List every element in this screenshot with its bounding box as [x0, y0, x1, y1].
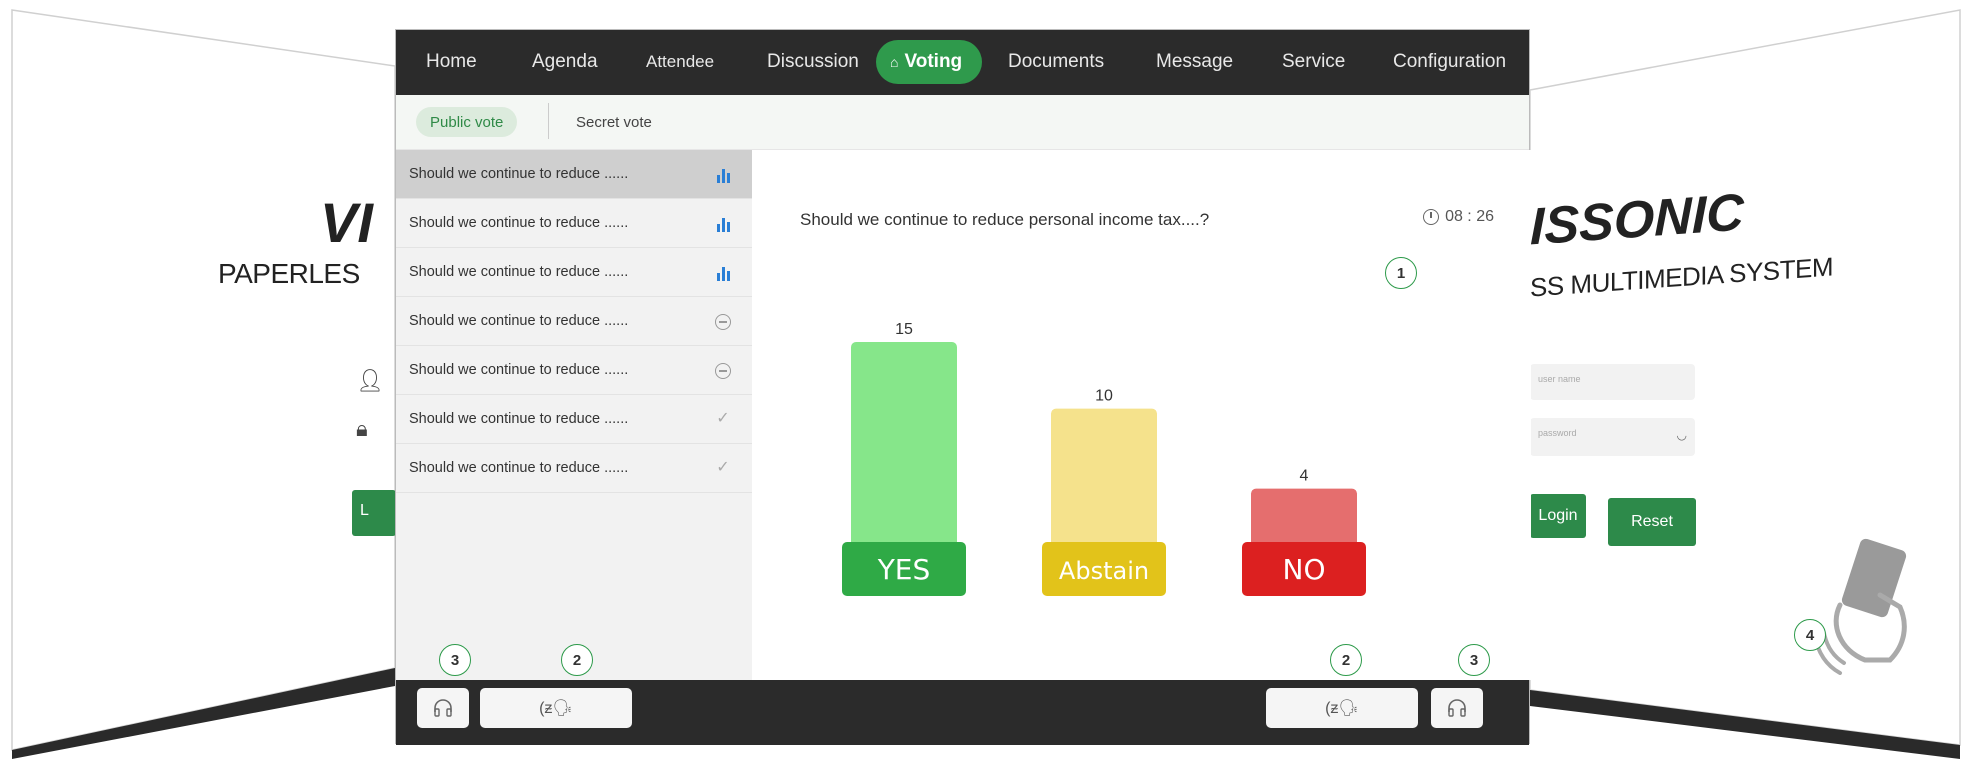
topic-item[interactable]: Should we continue to reduce ...... [396, 199, 752, 248]
right-password-placeholder: password [1538, 428, 1577, 438]
right-reset-button[interactable]: Reset [1608, 498, 1696, 546]
voting-window: Home Agenda Attendee Discussion ⌂ Voting… [395, 29, 1531, 745]
callout-badge-2-left: 2 [561, 644, 593, 676]
headphone-icon [434, 699, 452, 717]
callout-badge-1: 1 [1385, 257, 1417, 289]
top-navigation: Home Agenda Attendee Discussion ⌂ Voting… [396, 30, 1529, 95]
tab-public-vote[interactable]: Public vote [416, 107, 518, 137]
callout-badge-3-left: 3 [439, 644, 471, 676]
card-tap-icon [1812, 538, 1907, 675]
topic-label: Should we continue to reduce ...... [409, 264, 629, 280]
bar-value-no: 4 [1300, 468, 1309, 485]
right-username-field[interactable]: user name [1530, 364, 1695, 400]
category-label-no: NO [1283, 553, 1326, 586]
left-brand-subtitle: PAPERLES [218, 258, 360, 289]
results-chart-icon [714, 263, 732, 281]
callout-badge-2-right: 2 [1330, 644, 1362, 676]
topic-label: Should we continue to reduce ...... [409, 166, 629, 182]
speak-request-button-right[interactable]: (ᵶ🗣︎ [1266, 688, 1418, 728]
left-login-button[interactable]: L [352, 490, 396, 536]
headphone-icon [1448, 699, 1466, 717]
category-label-yes: YES [877, 553, 931, 586]
user-icon: 👤︎ [356, 368, 384, 393]
nav-discussion[interactable]: Discussion [767, 40, 859, 84]
lock-icon: 🔒︎ [356, 416, 368, 441]
callout-badge-4: 4 [1794, 619, 1826, 651]
speak-request-icon: (ᵶ🗣︎ [1325, 700, 1359, 717]
speak-request-icon: (ᵶ🗣︎ [539, 700, 573, 717]
headphone-button-right[interactable] [1431, 688, 1483, 728]
bar-abstain [1051, 408, 1157, 552]
check-icon: ✓ [716, 459, 730, 476]
topic-item[interactable]: Should we continue to reduce ...... ✓ [396, 395, 752, 444]
nav-configuration[interactable]: Configuration [1393, 40, 1506, 84]
results-chart-icon [714, 165, 732, 183]
nav-voting-label: Voting [904, 51, 963, 72]
topic-label: Should we continue to reduce ...... [409, 313, 629, 329]
bar-value-abstain: 10 [1095, 388, 1113, 405]
topic-item[interactable]: Should we continue to reduce ...... [396, 297, 752, 346]
tab-divider [548, 103, 549, 139]
nav-documents[interactable]: Documents [1008, 40, 1104, 84]
nav-voting[interactable]: ⌂ Voting [876, 40, 983, 84]
topic-list: Should we continue to reduce ...... Shou… [396, 150, 752, 680]
nav-message[interactable]: Message [1156, 40, 1233, 84]
topic-item[interactable]: Should we continue to reduce ...... [396, 150, 752, 199]
topic-label: Should we continue to reduce ...... [409, 362, 629, 378]
nav-home[interactable]: Home [426, 40, 477, 84]
eye-icon[interactable]: ◡ [1677, 428, 1687, 442]
pending-icon [714, 361, 732, 379]
bar-yes [851, 342, 957, 552]
right-login-button[interactable]: Login [1530, 494, 1586, 538]
topic-item[interactable]: Should we continue to reduce ...... [396, 248, 752, 297]
results-chart-icon [714, 214, 732, 232]
topic-label: Should we continue to reduce ...... [409, 460, 629, 476]
pending-icon [714, 312, 732, 330]
vote-bar-chart: 15 YES 10 Abstain 4 NO [842, 321, 1366, 596]
vote-type-bar: Public vote Secret vote [396, 95, 1529, 150]
right-password-field[interactable]: password ◡ [1530, 418, 1695, 456]
topic-label: Should we continue to reduce ...... [409, 215, 629, 231]
category-label-abstain: Abstain [1059, 557, 1149, 585]
tab-secret-vote[interactable]: Secret vote [576, 107, 652, 137]
vote-results-panel: Should we continue to reduce personal in… [752, 150, 1531, 680]
left-brand-logo: VI [320, 191, 373, 254]
topic-item[interactable]: Should we continue to reduce ...... [396, 346, 752, 395]
nav-attendee[interactable]: Attendee [646, 40, 714, 84]
nav-service[interactable]: Service [1282, 40, 1345, 84]
headphone-button-left[interactable] [417, 688, 469, 728]
check-icon: ✓ [716, 410, 730, 427]
bottom-toolbar: (ᵶ🗣︎ (ᵶ🗣︎ [396, 680, 1529, 745]
callout-badge-3-right: 3 [1458, 644, 1490, 676]
home-icon: ⌂ [890, 54, 899, 70]
topic-item[interactable]: Should we continue to reduce ...... ✓ [396, 444, 752, 493]
nav-agenda[interactable]: Agenda [532, 40, 598, 84]
topic-label: Should we continue to reduce ...... [409, 411, 629, 427]
speak-request-button-left[interactable]: (ᵶ🗣︎ [480, 688, 632, 728]
bar-value-yes: 15 [895, 321, 913, 338]
